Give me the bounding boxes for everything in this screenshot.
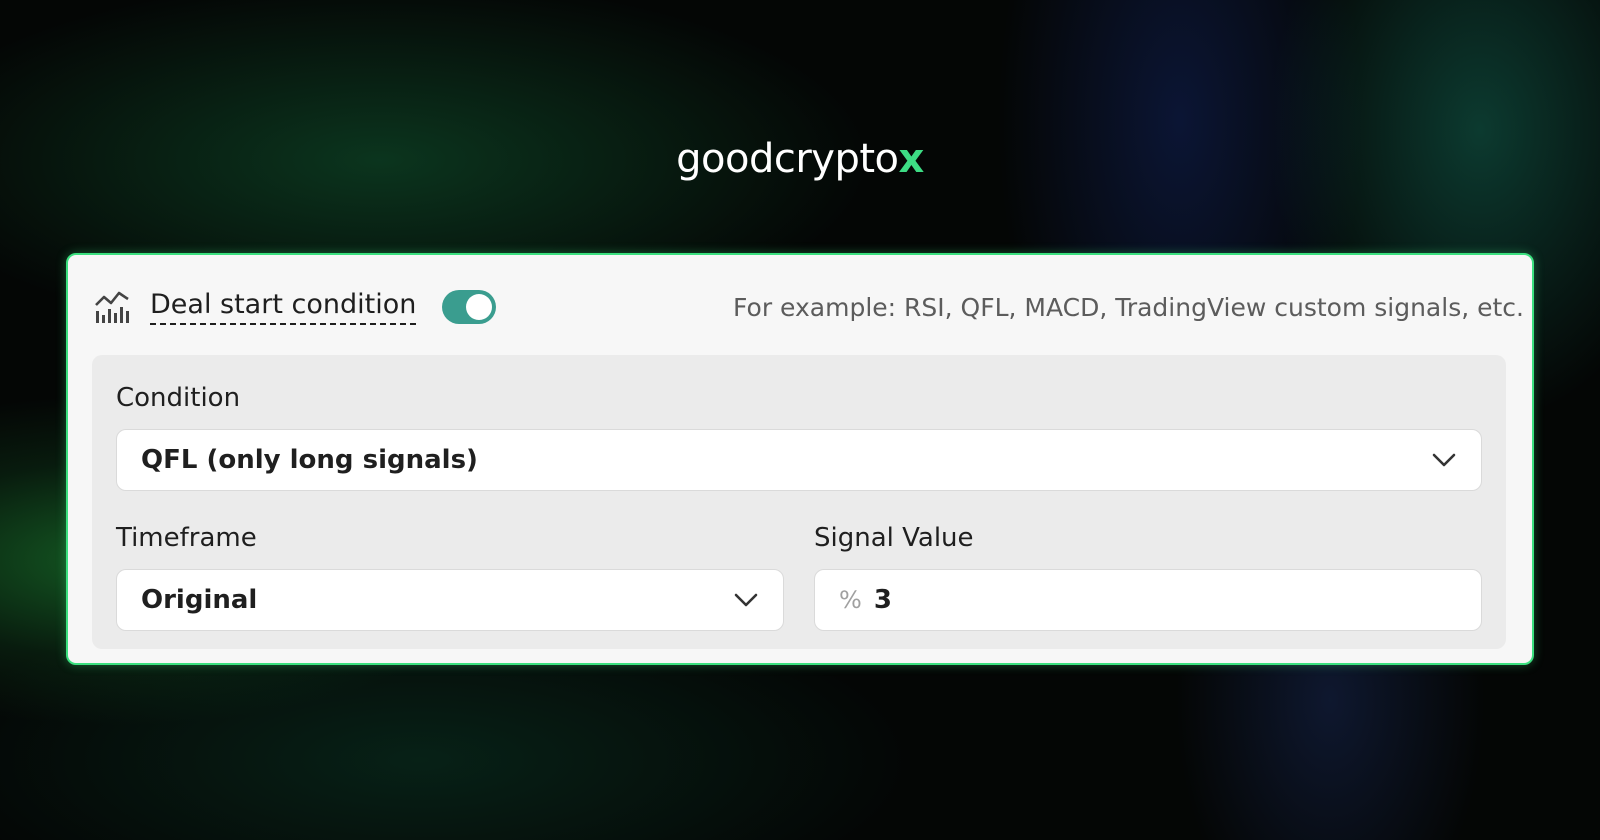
- condition-label: Condition: [116, 383, 241, 413]
- examples-hint: For example: RSI, QFL, MACD, TradingView…: [733, 292, 1524, 322]
- condition-select[interactable]: QFL (only long signals): [116, 429, 1482, 491]
- condition-select-value: QFL (only long signals): [141, 445, 478, 475]
- deal-start-condition-title[interactable]: Deal start condition: [150, 289, 417, 325]
- bar-line-chart-icon: [94, 289, 130, 325]
- condition-settings-panel: Condition QFL (only long signals) Timefr…: [92, 355, 1506, 649]
- timeframe-label: Timeframe: [116, 523, 257, 553]
- toggle-knob: [466, 294, 493, 320]
- deal-start-condition-toggle[interactable]: [442, 290, 497, 324]
- timeframe-select-value: Original: [141, 585, 258, 615]
- logo-x-mark: x: [898, 136, 925, 182]
- timeframe-select[interactable]: Original: [116, 569, 784, 631]
- signal-value-label: Signal Value: [814, 523, 974, 553]
- logo-wordmark: goodcrypto: [676, 136, 899, 182]
- chevron-down-icon: [1431, 452, 1457, 468]
- chevron-down-icon: [733, 592, 759, 608]
- goodcrypto-logo: goodcryptox: [0, 136, 1600, 182]
- signal-value-text: 3: [873, 585, 892, 615]
- card-header: Deal start condition For example: RSI, Q…: [94, 285, 1524, 329]
- signal-value-input[interactable]: % 3: [814, 569, 1482, 631]
- percent-prefix: %: [839, 586, 862, 614]
- deal-start-condition-card: Deal start condition For example: RSI, Q…: [66, 253, 1534, 665]
